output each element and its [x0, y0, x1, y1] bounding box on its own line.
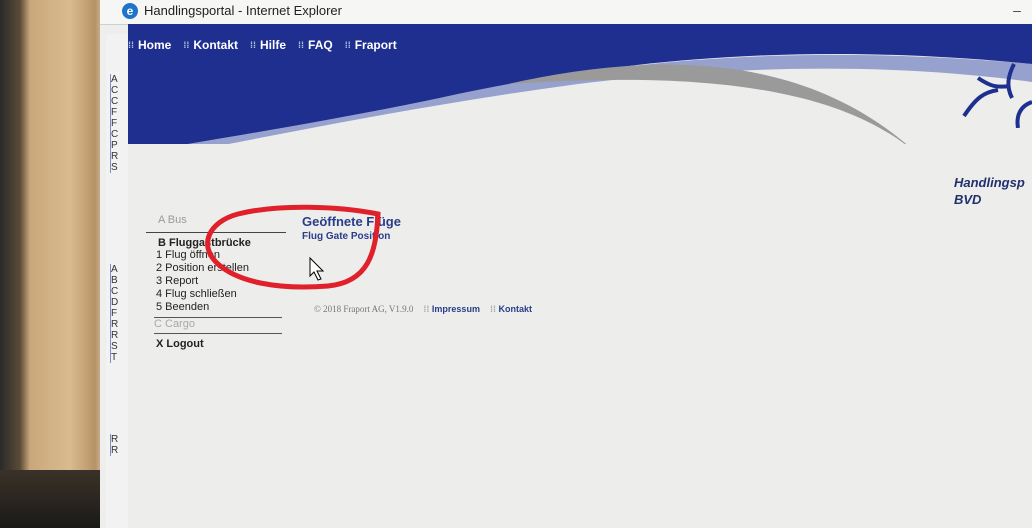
side-menu: A Bus B Fluggastbrücke 1 Flug öffnen 2 P… — [146, 214, 306, 350]
page-subtitle: Flug Gate Position — [302, 231, 391, 242]
strip-letter: C — [111, 129, 119, 140]
menu-item-report[interactable]: 3 Report — [146, 275, 306, 288]
menu-section-cargo[interactable]: C Cargo — [146, 318, 306, 330]
menu-item-flug-schliessen[interactable]: 4 Flug schließen — [146, 288, 306, 301]
brand-title: Handlingsp — [954, 175, 1025, 190]
impressum-link[interactable]: ⁞⁞ Impressum — [423, 304, 480, 314]
menu-divider — [154, 333, 282, 334]
window-title: Handlingsportal - Internet Explorer — [144, 3, 342, 18]
strip-letter: A — [111, 264, 118, 275]
nav-bullet-icon: ⁞⁞ — [344, 40, 351, 50]
nav-faq[interactable]: ⁞⁞ FAQ — [298, 38, 333, 52]
nav-bullet-icon: ⁞⁞ — [183, 40, 190, 50]
nav-bullet-icon: ⁞⁞ — [128, 40, 134, 50]
top-nav: ⁞⁞ Home ⁞⁞ Kontakt ⁞⁞ Hilfe ⁞⁞ FAQ ⁞⁞ Fraport — [128, 38, 397, 52]
nav-label: Home — [138, 38, 172, 52]
left-strip-letters-top: A C C F F C P R S — [110, 74, 125, 173]
left-strip-letters-mid: A B C D F R R S T — [110, 264, 125, 363]
menu-section-fluggastbruecke[interactable]: B Fluggastbrücke — [146, 232, 286, 249]
logout-link[interactable]: X Logout — [146, 338, 306, 350]
portal-page: ⁞⁞ Home ⁞⁞ Kontakt ⁞⁞ Hilfe ⁞⁞ FAQ ⁞⁞ Fraport… — [128, 24, 1032, 528]
brand-subtitle: BVD — [954, 192, 982, 207]
strip-letter: F — [111, 308, 118, 319]
menu-section-bus[interactable]: A Bus — [146, 214, 306, 226]
strip-letter: F — [111, 118, 118, 129]
nav-label: FAQ — [308, 38, 333, 52]
strip-letter: T — [111, 352, 118, 363]
minimize-button[interactable]: – — [1008, 2, 1026, 20]
strip-letter: C — [111, 96, 119, 107]
left-frame-strip: A C C F F C P R S A B C D F R R S T R R — [106, 34, 129, 528]
page-footer: © 2018 Fraport AG, V1.9.0 ⁞⁞ Impressum ⁞… — [314, 304, 532, 314]
nav-home[interactable]: ⁞⁞ Home — [128, 38, 171, 52]
nav-fraport[interactable]: ⁞⁞ Fraport — [345, 38, 397, 52]
strip-letter: R — [111, 434, 119, 445]
nav-label: Fraport — [354, 38, 397, 52]
menu-item-flug-oeffnen[interactable]: 1 Flug öffnen — [146, 249, 306, 262]
nav-kontakt[interactable]: ⁞⁞ Kontakt — [183, 38, 238, 52]
left-strip-letters-bottom: R R — [110, 434, 125, 456]
kontakt-label: Kontakt — [498, 304, 532, 314]
nav-bullet-icon: ⁞⁞ — [298, 40, 305, 50]
strip-letter: S — [111, 162, 118, 173]
strip-letter: P — [111, 140, 118, 151]
strip-letter: R — [111, 445, 119, 456]
main-content: Geöffnete Flüge Flug Gate Position — [302, 214, 401, 242]
nav-label: Hilfe — [260, 38, 287, 52]
impressum-label: Impressum — [431, 304, 480, 314]
nav-bullet-icon: ⁞⁞ — [250, 40, 257, 50]
strip-letter: F — [111, 107, 118, 118]
strip-letter: R — [111, 330, 119, 341]
monitor-screen: e Handlingsportal - Internet Explorer – … — [100, 0, 1032, 528]
nav-label: Kontakt — [193, 38, 239, 52]
fraport-logo-icon — [962, 63, 1032, 128]
window-titlebar: e Handlingsportal - Internet Explorer – — [100, 0, 1032, 25]
internet-explorer-icon: e — [122, 3, 138, 19]
menu-item-beenden[interactable]: 5 Beenden — [146, 301, 306, 314]
copyright-text: © 2018 Fraport AG, V1.9.0 — [314, 304, 414, 314]
strip-letter: R — [111, 151, 119, 162]
strip-letter: B — [111, 275, 118, 286]
strip-letter: C — [111, 286, 119, 297]
nav-hilfe[interactable]: ⁞⁞ Hilfe — [250, 38, 286, 52]
kontakt-link[interactable]: ⁞⁞ Kontakt — [490, 304, 532, 314]
portal-brand: Handlingsp BVD — [954, 174, 1025, 208]
strip-letter: C — [111, 85, 119, 96]
footer-bullet-icon: ⁞⁞ — [423, 304, 432, 314]
strip-letter: A — [111, 74, 118, 85]
strip-letter: S — [111, 341, 118, 352]
menu-item-position-erstellen[interactable]: 2 Position erstellen — [146, 262, 306, 275]
strip-letter: D — [111, 297, 119, 308]
page-title: Geöffnete Flüge — [302, 214, 401, 229]
strip-letter: R — [111, 319, 119, 330]
